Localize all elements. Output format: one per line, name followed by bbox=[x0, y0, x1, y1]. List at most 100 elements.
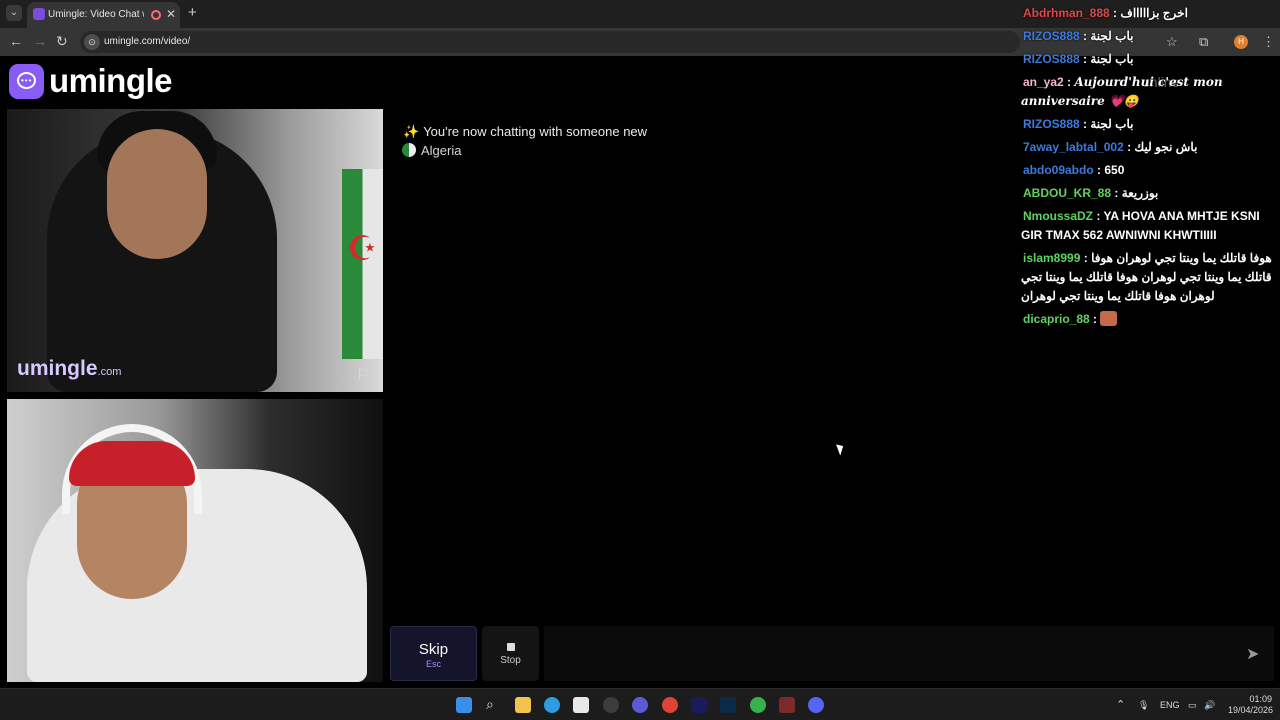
stop-button[interactable]: Stop bbox=[482, 626, 539, 681]
search-icon[interactable]: ⌕ bbox=[486, 696, 502, 712]
browser-tab-umingle[interactable]: Umingle: Video Chat with S ✕ bbox=[27, 2, 180, 28]
chat-status-text: You're now chatting with someone new bbox=[423, 124, 648, 139]
video-watermark: umingle.com bbox=[17, 357, 121, 381]
chat-username: RIZOS888 bbox=[1023, 117, 1080, 131]
send-icon[interactable]: ➤ bbox=[1246, 644, 1259, 664]
chat-message-text: باب لجنة bbox=[1090, 29, 1134, 43]
country-name: Algeria bbox=[421, 143, 462, 158]
chat-message: Abdrhman_888 : اخرج بزاااااف bbox=[1021, 4, 1276, 23]
emote-icon bbox=[1100, 311, 1118, 326]
tab-close-icon[interactable]: ✕ bbox=[166, 7, 176, 21]
chat-username: NmoussaDZ bbox=[1023, 209, 1094, 223]
chat-dots-icon: ••• bbox=[21, 76, 33, 85]
self-cap bbox=[69, 441, 195, 486]
algeria-flag-icon bbox=[402, 143, 416, 157]
chat-message-text: باش نجو ليك bbox=[1134, 140, 1198, 154]
photoshop-icon[interactable] bbox=[720, 697, 736, 713]
chat-message-text: باب لجنة bbox=[1090, 52, 1134, 66]
stream-chat-overlay: Abdrhman_888 : اخرج بزاااااف RIZOS888 : ب… bbox=[1021, 4, 1276, 333]
clock-date: 19/04/2026 bbox=[1228, 705, 1274, 715]
new-tab-icon[interactable]: + bbox=[188, 4, 197, 21]
tab-search-icon[interactable]: ⌄ bbox=[6, 5, 22, 21]
chat-message: ABDOU_KR_88 : بوزريعة bbox=[1021, 184, 1276, 203]
file-explorer-icon[interactable] bbox=[515, 697, 531, 713]
chat-message: RIZOS888 : باب لجنة bbox=[1021, 50, 1276, 69]
app-icon[interactable] bbox=[603, 697, 619, 713]
chat-separator: : bbox=[1089, 312, 1101, 326]
chat-username: RIZOS888 bbox=[1023, 29, 1080, 43]
clock-time: 01:09 bbox=[1249, 694, 1272, 704]
back-arrow-icon[interactable]: ← bbox=[9, 33, 23, 49]
chat-message: an_ya2 : Aujourd'hui c'est mon anniversa… bbox=[1021, 73, 1276, 111]
chat-message: RIZOS888 : باب لجنة bbox=[1021, 115, 1276, 134]
tab-title: Umingle: Video Chat with S bbox=[48, 9, 144, 20]
network-icon[interactable]: ▭ bbox=[1188, 700, 1197, 711]
language-indicator[interactable]: ENG bbox=[1160, 700, 1180, 710]
chat-username: 7away_labtal_002 bbox=[1023, 140, 1124, 154]
chat-separator: : bbox=[1080, 251, 1092, 265]
chat-separator: : bbox=[1111, 186, 1122, 200]
chat-username: RIZOS888 bbox=[1023, 52, 1080, 66]
skip-label: Skip bbox=[418, 641, 449, 658]
start-icon[interactable] bbox=[456, 697, 472, 713]
chat-app-icon[interactable] bbox=[632, 697, 648, 713]
chat-separator: : bbox=[1123, 140, 1135, 154]
site-info-icon[interactable]: ⊙ bbox=[84, 34, 100, 50]
chat-message-text: 650 bbox=[1104, 163, 1125, 177]
clock[interactable]: 01:09 19/04/2026 bbox=[1228, 694, 1274, 716]
chat-message: islam8999 : هوفا قاتلك يما وينتا تجي لوه… bbox=[1021, 249, 1276, 306]
umingle-favicon-icon bbox=[33, 8, 45, 20]
self-video bbox=[7, 399, 383, 682]
chat-separator: : bbox=[1063, 75, 1075, 89]
chat-separator: : bbox=[1079, 117, 1091, 131]
chat-username: dicaprio_88 bbox=[1023, 312, 1090, 326]
store-icon[interactable] bbox=[573, 697, 589, 713]
edge-icon[interactable] bbox=[544, 697, 560, 713]
chat-separator: : bbox=[1079, 52, 1091, 66]
utorrent-icon[interactable] bbox=[750, 697, 766, 713]
windows-taskbar: ⌕ ⌃ 🎙 ENG ▭ 🔊 01:09 19/04/2026 bbox=[0, 688, 1280, 720]
stop-label: Stop bbox=[500, 655, 521, 666]
media-player-icon[interactable] bbox=[779, 697, 795, 713]
chat-message: NmoussaDZ : YA HOVA ANA MHTJE KSNI GIR T… bbox=[1021, 207, 1276, 245]
chat-username: abdo09abdo bbox=[1023, 163, 1094, 177]
sparkle-icon: ✨ bbox=[403, 124, 420, 139]
chat-message: dicaprio_88 : bbox=[1021, 310, 1276, 329]
message-input[interactable] bbox=[544, 626, 1274, 681]
chat-username: Abdrhman_888 bbox=[1023, 6, 1110, 20]
skip-button[interactable]: Skip Esc bbox=[390, 626, 477, 681]
discord-icon[interactable] bbox=[808, 697, 824, 713]
logo-text[interactable]: umingle bbox=[49, 62, 173, 100]
volume-icon[interactable]: 🔊 bbox=[1204, 700, 1215, 711]
stranger-face bbox=[107, 129, 207, 259]
chat-message-text: بوزريعة bbox=[1121, 186, 1159, 200]
video-watermark-text: umingle bbox=[17, 357, 98, 380]
chat-message: RIZOS888 : باب لجنة bbox=[1021, 27, 1276, 46]
chat-username: ABDOU_KR_88 bbox=[1023, 186, 1112, 200]
chat-message: abdo09abdo : 650 bbox=[1021, 161, 1276, 180]
stranger-video: ☪ umingle.com ⚐ bbox=[7, 109, 383, 392]
chat-separator: : bbox=[1093, 163, 1105, 177]
url-field[interactable]: ⊙ umingle.com/video/ bbox=[80, 31, 1020, 53]
chat-message-text: اخرج بزاااااف bbox=[1120, 6, 1188, 20]
chrome-icon[interactable] bbox=[662, 697, 678, 713]
chat-username: islam8999 bbox=[1023, 251, 1081, 265]
report-flag-icon[interactable]: ⚐ bbox=[356, 365, 370, 385]
chat-separator: : bbox=[1079, 29, 1091, 43]
recording-icon bbox=[151, 10, 161, 20]
premiere-icon[interactable] bbox=[691, 697, 707, 713]
stranger-country: Algeria bbox=[402, 143, 461, 158]
forward-arrow-icon[interactable]: → bbox=[33, 33, 47, 49]
stop-icon bbox=[506, 643, 515, 651]
chat-separator: : bbox=[1109, 6, 1121, 20]
umingle-logo-icon[interactable]: ••• bbox=[9, 64, 44, 99]
chat-message-text: باب لجنة bbox=[1090, 117, 1134, 131]
skip-shortcut: Esc bbox=[425, 659, 441, 669]
chat-status-message: ✨ You're now chatting with someone new bbox=[403, 124, 647, 140]
url-text: umingle.com/video/ bbox=[104, 36, 191, 47]
mouse-cursor-icon bbox=[836, 442, 846, 456]
microphone-icon[interactable]: 🎙 bbox=[1138, 700, 1149, 711]
chat-separator: : bbox=[1093, 209, 1104, 223]
tray-chevron-icon[interactable]: ⌃ bbox=[1116, 698, 1125, 711]
reload-icon[interactable]: ↻ bbox=[56, 33, 68, 50]
